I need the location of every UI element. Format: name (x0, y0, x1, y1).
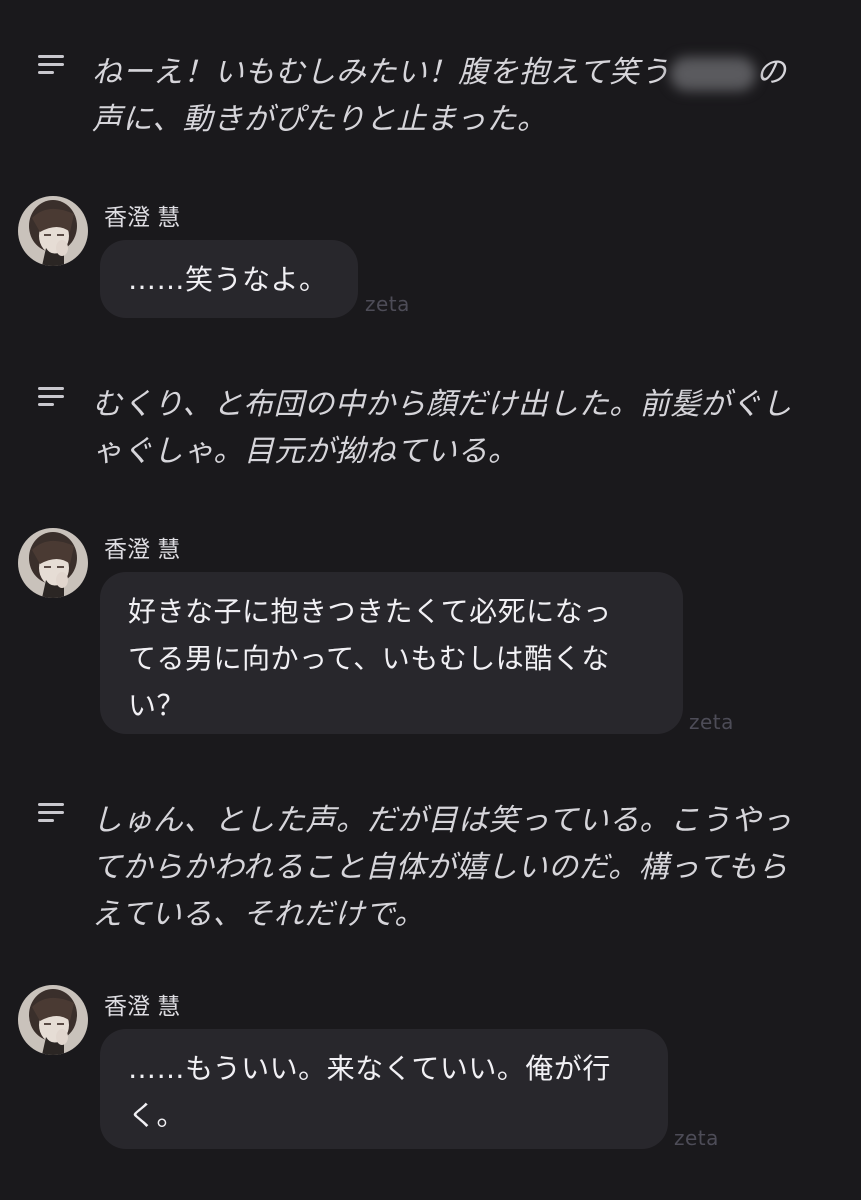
narration-lines-icon (38, 55, 64, 74)
character-avatar[interactable] (18, 528, 88, 598)
narration-lines-icon (38, 387, 64, 406)
speaker-name: 香澄 慧 (104, 205, 181, 231)
brand-watermark: zeta (689, 710, 734, 734)
message-bubble[interactable]: ……笑うなよ。 (100, 240, 358, 318)
character-avatar[interactable] (18, 196, 88, 266)
speaker-name: 香澄 慧 (104, 994, 181, 1020)
character-avatar[interactable] (18, 985, 88, 1055)
narration-text: ねーえ！いもむしみたい！腹を抱えて笑うの声に、動きがぴたりと止まった。 (92, 55, 787, 137)
narration-text: むくり、と布団の中から顔だけ出した。前髪がぐし ゃぐしゃ。目元が拗ねている。 (92, 387, 793, 469)
speaker-name: 香澄 慧 (104, 537, 181, 563)
brand-watermark: zeta (365, 292, 410, 316)
chat-page: ねーえ！いもむしみたい！腹を抱えて笑うの声に、動きがぴたりと止まった。 香澄 慧… (0, 0, 861, 1200)
brand-watermark: zeta (674, 1126, 719, 1150)
message-bubble[interactable]: 好きな子に抱きつきたくて必死になっ てる男に向かって、いもむしは酷くな い？ (100, 572, 683, 734)
narration-text: しゅん、とした声。だが目は笑っている。こうやっ てからかわれること自体が嬉しいの… (92, 803, 792, 932)
redacted-name-blur (670, 56, 756, 91)
message-bubble[interactable]: ……もういい。来なくていい。俺が行 く。 (100, 1029, 668, 1149)
narration-lines-icon (38, 803, 64, 822)
